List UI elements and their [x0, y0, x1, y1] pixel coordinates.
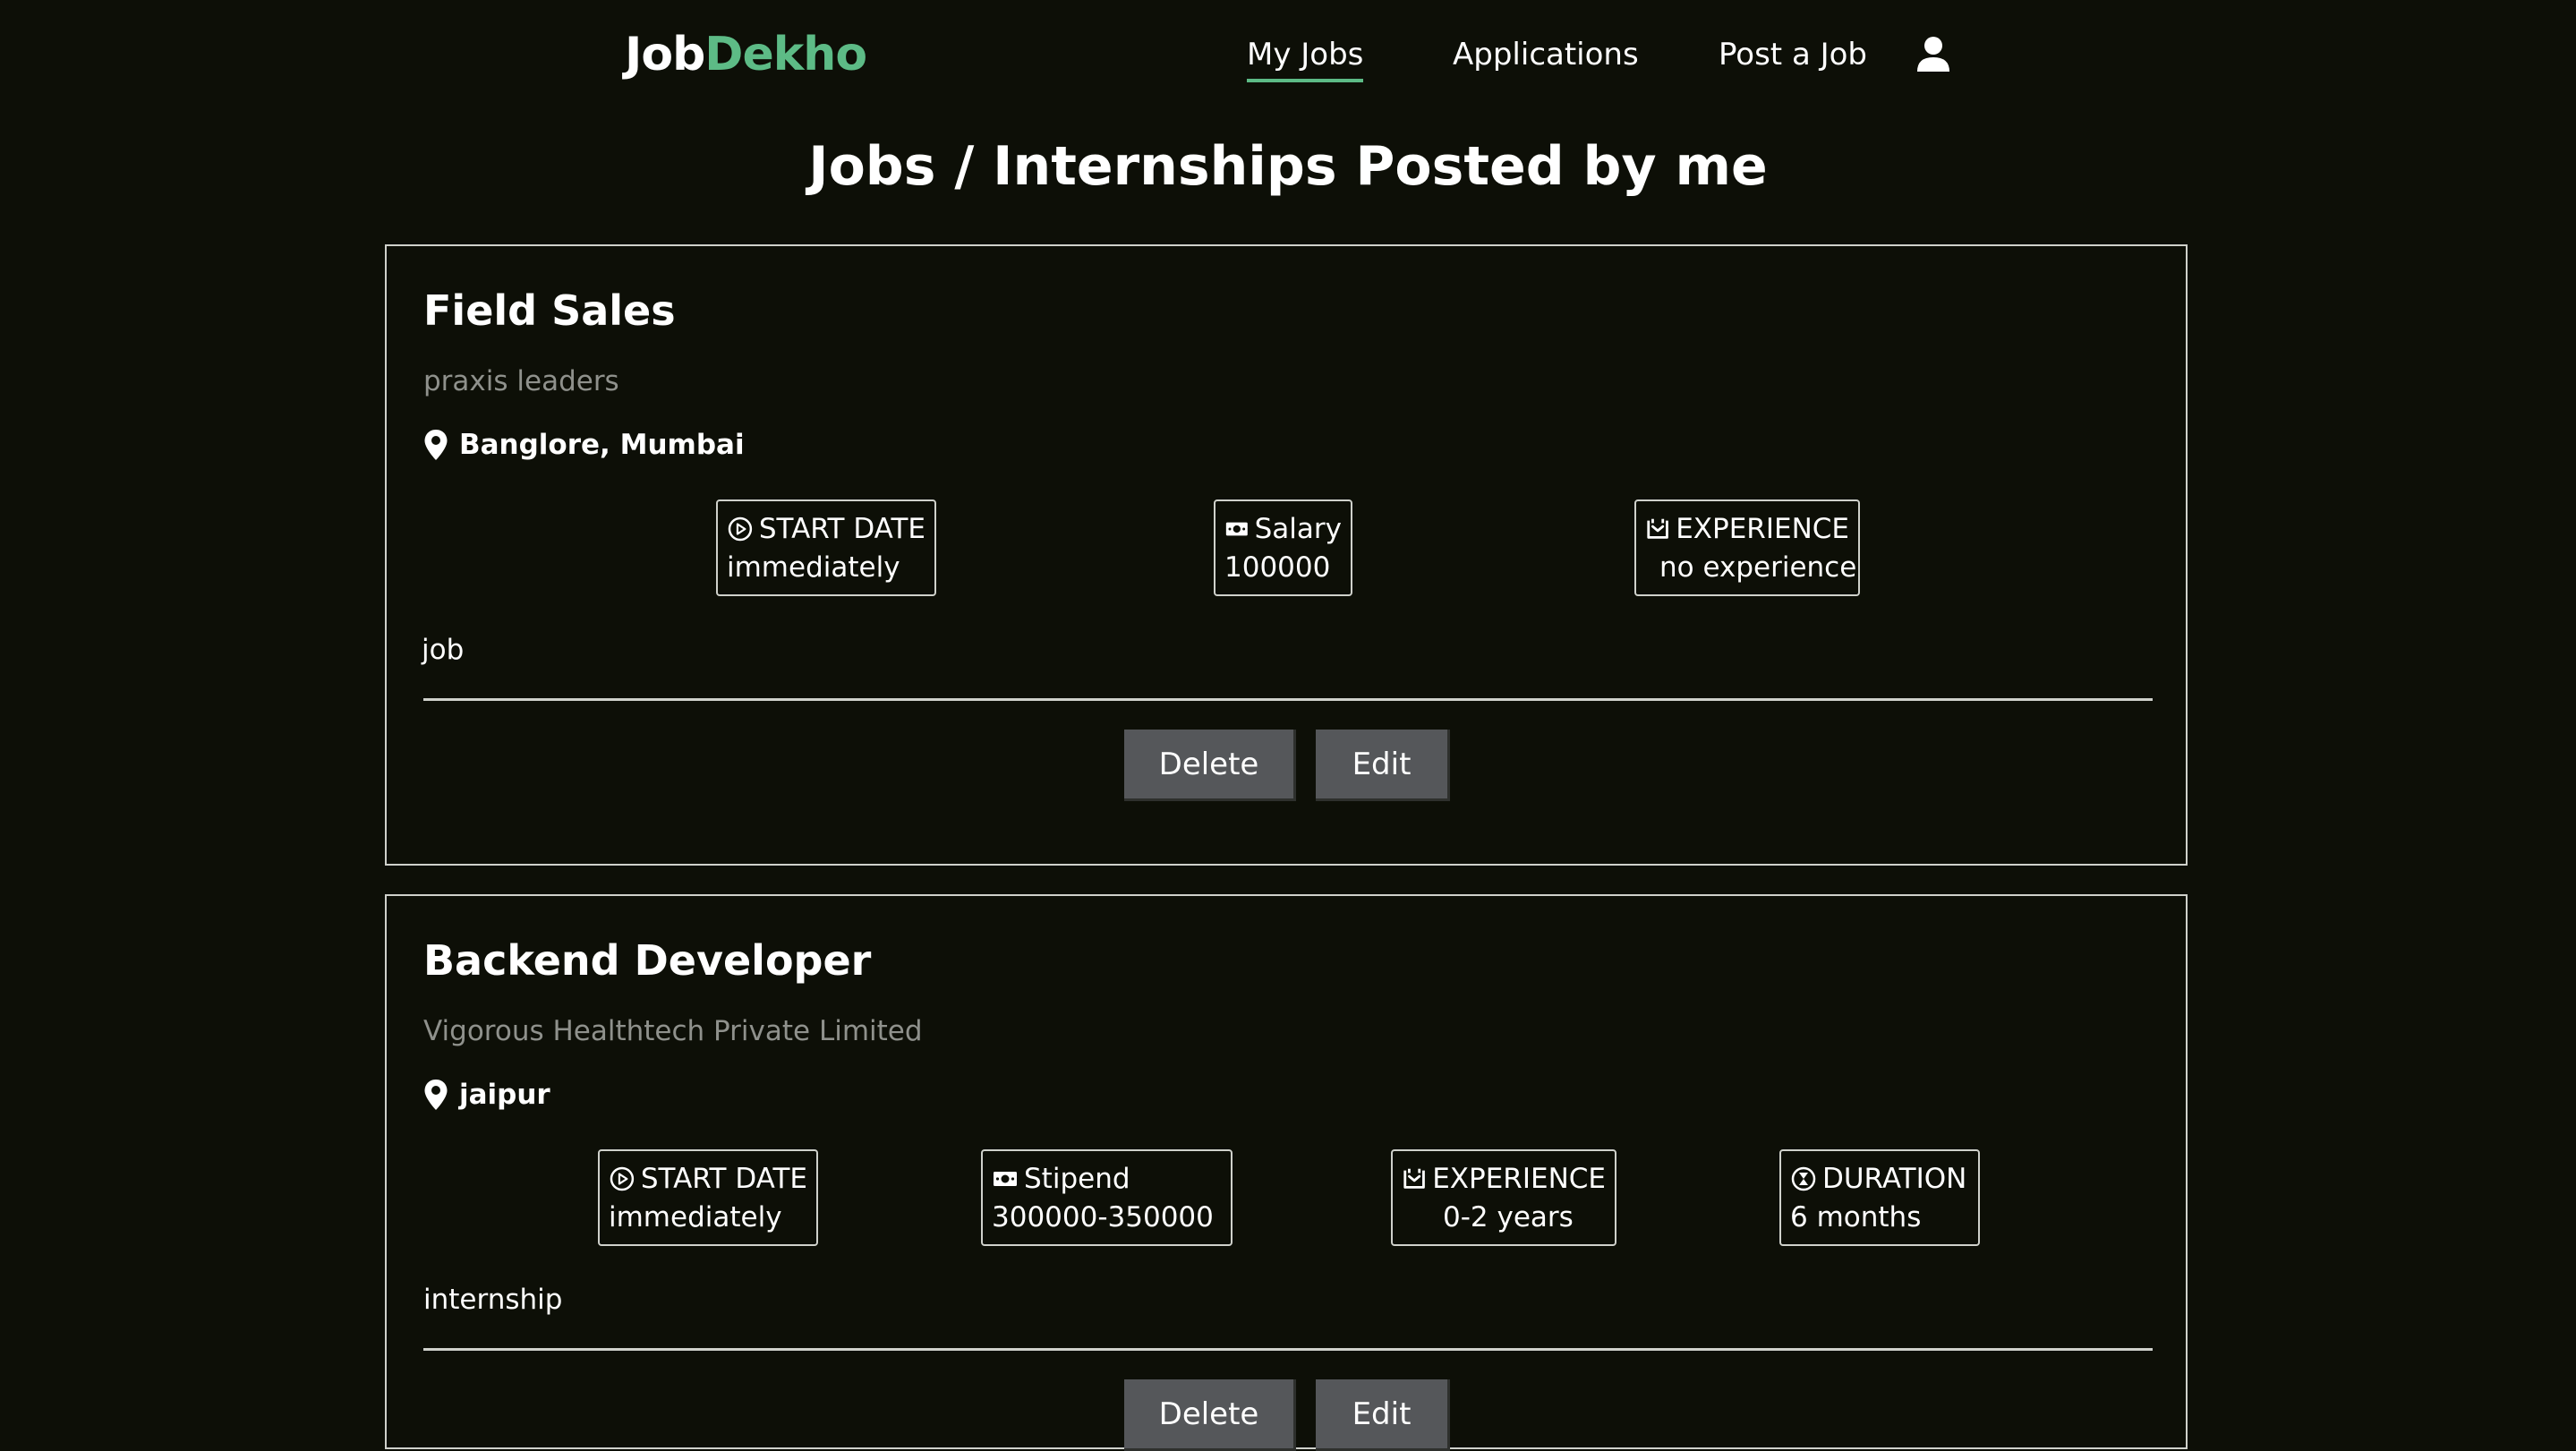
- play-circle-icon: [728, 516, 753, 542]
- job-card: Field Sales praxis leaders Banglore, Mum…: [385, 244, 2188, 866]
- salary-box: Salary 100000: [1214, 499, 1352, 596]
- page-title: Jobs / Internships Posted by me: [808, 135, 1768, 198]
- nav-post-a-job[interactable]: Post a Job: [1719, 32, 1867, 77]
- delete-button[interactable]: Delete: [1124, 730, 1296, 801]
- edit-button[interactable]: Edit: [1316, 1379, 1450, 1451]
- start-date-value: immediately: [609, 1201, 782, 1233]
- start-date-label: START DATE: [758, 513, 925, 545]
- job-title: Backend Developer: [423, 936, 872, 985]
- nav-applications[interactable]: Applications: [1453, 32, 1639, 77]
- calendar-check-icon: [1403, 1168, 1425, 1189]
- delete-button[interactable]: Delete: [1124, 1379, 1296, 1451]
- start-date-value: immediately: [727, 551, 900, 584]
- experience-box: EXPERIENCE 0-2 years: [1391, 1149, 1616, 1246]
- divider: [423, 1348, 2153, 1351]
- user-icon[interactable]: [1915, 36, 1951, 73]
- logo-part-dekho: Dekho: [704, 28, 867, 81]
- location-text: jaipur: [459, 1079, 550, 1111]
- start-date-box: START DATE immediately: [598, 1149, 818, 1246]
- experience-box: EXPERIENCE no experience: [1634, 499, 1860, 596]
- money-icon: [994, 1172, 1017, 1186]
- experience-label: EXPERIENCE: [1432, 1163, 1606, 1195]
- navbar: JobDekho My Jobs Applications Post a Job: [0, 0, 2576, 111]
- salary-value: 100000: [1224, 551, 1331, 584]
- nav-my-jobs[interactable]: My Jobs: [1247, 32, 1364, 82]
- start-date-label: START DATE: [640, 1163, 807, 1195]
- edit-button[interactable]: Edit: [1316, 730, 1450, 801]
- stipend-value: 300000-350000: [992, 1201, 1214, 1233]
- duration-value: 6 months: [1790, 1201, 1922, 1233]
- experience-value: 0-2 years: [1443, 1201, 1574, 1233]
- start-date-box: START DATE immediately: [716, 499, 936, 596]
- hourglass-icon: [1791, 1166, 1816, 1191]
- company-name: Vigorous Healthtech Private Limited: [423, 1015, 923, 1047]
- location-pin-icon: [424, 1080, 448, 1110]
- stipend-box: Stipend 300000-350000: [981, 1149, 1233, 1246]
- experience-label: EXPERIENCE: [1676, 513, 1849, 545]
- salary-label: Salary: [1254, 513, 1342, 545]
- duration-label: DURATION: [1822, 1163, 1967, 1195]
- duration-box: DURATION 6 months: [1779, 1149, 1980, 1246]
- experience-value: no experience: [1659, 551, 1857, 584]
- divider: [423, 698, 2153, 701]
- stipend-label: Stipend: [1024, 1163, 1130, 1195]
- location-pin-icon: [424, 430, 448, 460]
- location-text: Banglore, Mumbai: [459, 429, 745, 461]
- job-type: internship: [423, 1284, 563, 1316]
- job-type: job: [422, 634, 465, 666]
- job-location: Banglore, Mumbai: [423, 425, 745, 465]
- logo-part-job: Job: [625, 28, 705, 81]
- calendar-check-icon: [1647, 518, 1668, 539]
- job-card: Backend Developer Vigorous Healthtech Pr…: [385, 894, 2188, 1451]
- company-name: praxis leaders: [423, 365, 619, 397]
- logo[interactable]: JobDekho: [625, 23, 867, 86]
- job-location: jaipur: [423, 1075, 550, 1114]
- play-circle-icon: [610, 1166, 635, 1191]
- money-icon: [1225, 522, 1248, 536]
- job-title: Field Sales: [423, 286, 676, 335]
